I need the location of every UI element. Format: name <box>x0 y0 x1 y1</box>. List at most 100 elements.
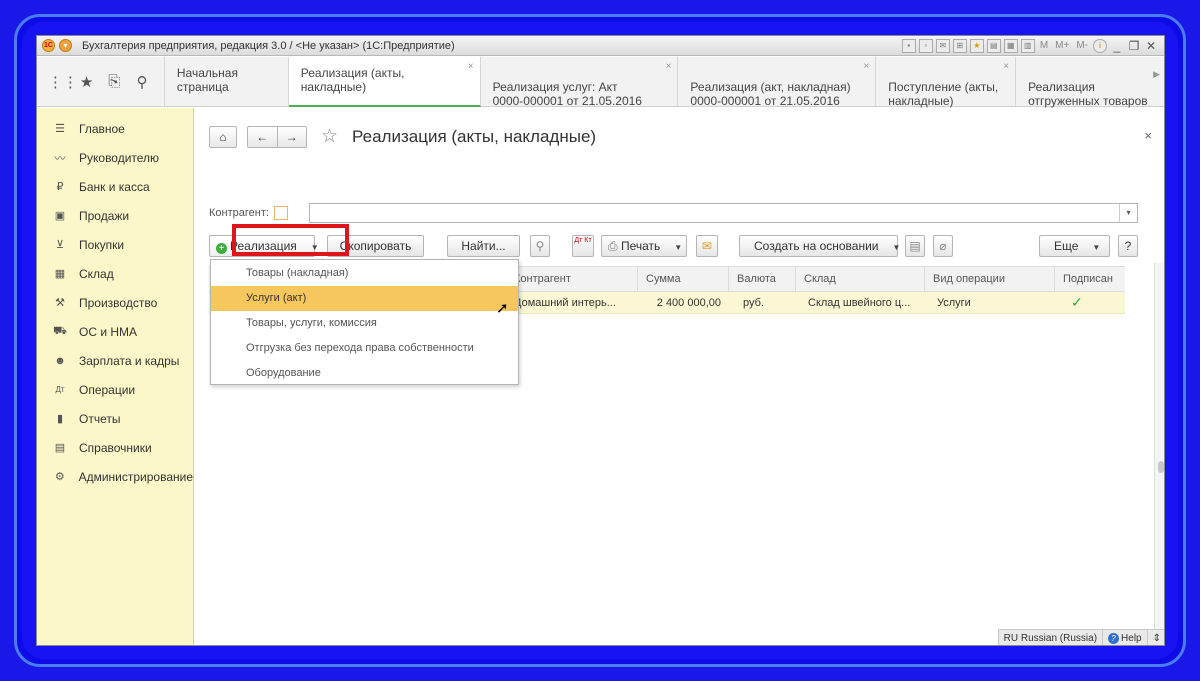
attachment-button[interactable]: ⌀ <box>933 235 953 257</box>
tab-start-page[interactable]: Начальная страница <box>165 57 289 107</box>
sidebar-item-directories[interactable]: ▤ Справочники <box>37 433 193 462</box>
cancel-search-button[interactable]: ⚲ <box>530 235 550 257</box>
forward-arrow-icon[interactable]: → <box>278 127 307 147</box>
apps-grid-icon[interactable]: ⋮⋮ <box>48 73 78 91</box>
tab-scroll-right-icon[interactable]: ▶ <box>1153 69 1160 80</box>
print-icon[interactable]: ▫ <box>918 38 933 53</box>
sidebar-item-label: Покупки <box>79 237 125 252</box>
contractor-filter-input[interactable]: ▾ <box>309 203 1138 223</box>
chevron-down-icon[interactable]: ▾ <box>1119 204 1137 222</box>
memory-button[interactable]: M <box>1038 40 1050 51</box>
find-button[interactable]: Найти... <box>447 235 520 257</box>
truck-icon: ⛟ <box>53 324 67 337</box>
tab-close-icon[interactable]: × <box>666 60 672 74</box>
plus-icon: + <box>216 243 227 254</box>
info-icon[interactable]: i <box>1093 38 1107 53</box>
hamburger-icon: ☰ <box>55 123 65 135</box>
tab-close-icon[interactable]: × <box>863 60 869 74</box>
home-button[interactable]: ⌂ <box>209 125 237 148</box>
email-button[interactable]: ✉ <box>696 235 718 257</box>
home-icon: ⌂ <box>219 129 227 144</box>
tab-close-icon[interactable]: × <box>468 60 474 74</box>
sidebar-item-manager[interactable]: 〰 Руководителю <box>37 143 193 172</box>
sidebar-item-admin[interactable]: ⚙ Администрирование <box>37 462 193 491</box>
dropdown-item-goods-services-commission[interactable]: Товары, услуги, комиссия <box>211 311 518 336</box>
favorite-star-icon[interactable]: ☆ <box>321 125 338 148</box>
link-icon[interactable]: ⊞ <box>952 38 967 53</box>
filter-row: Контрагент: ▾ <box>209 203 1138 223</box>
print-button[interactable]: ⎙ Печать ▼ <box>601 235 687 257</box>
memory-minus-button[interactable]: M- <box>1074 40 1090 51</box>
app-logo-icon[interactable]: 1С <box>42 39 55 52</box>
tab-purchases[interactable]: Поступление (акты, накладные) × <box>876 57 1017 108</box>
dt-kt-button[interactable]: Дт Кт <box>572 235 594 257</box>
help-button[interactable]: ? <box>1118 235 1138 257</box>
sidebar-item-purchases[interactable]: ⊻ Покупки <box>37 230 193 259</box>
restore-icon[interactable]: ❐ <box>1127 39 1141 53</box>
col-header-operation[interactable]: Вид операции <box>925 267 1055 291</box>
dropdown-item-shipment-no-ownership[interactable]: Отгрузка без перехода права собственност… <box>211 336 518 361</box>
calculator-icon[interactable]: ▦ <box>1003 38 1018 53</box>
sidebar-item-production[interactable]: ⚒ Производство <box>37 288 193 317</box>
col-header-warehouse[interactable]: Склад <box>796 267 925 291</box>
calendar-icon[interactable]: ▥ <box>1020 38 1035 53</box>
mail-icon[interactable]: ✉ <box>935 38 950 53</box>
table-scrollbar[interactable] <box>1154 263 1164 645</box>
sidebar-item-bank[interactable]: ₽ Банк и касса <box>37 172 193 201</box>
cell-contractor: Домашний интерь... <box>514 297 616 309</box>
sidebar-item-sales[interactable]: ▣ Продажи <box>37 201 193 230</box>
close-form-icon[interactable]: × <box>1144 128 1152 143</box>
tab-sales-act-invoice[interactable]: Реализация (акт, накладная) 0000-000001 … <box>678 57 877 122</box>
col-header-contractor[interactable]: Контрагент <box>506 267 638 291</box>
status-arrows-icon[interactable]: ⇕ <box>1148 630 1164 646</box>
minimize-icon[interactable]: _ <box>1110 39 1124 53</box>
language-indicator[interactable]: RU Russian (Russia) <box>999 629 1104 645</box>
tab-sales-list[interactable]: Реализация (акты, накладные) × <box>288 57 481 107</box>
col-header-amount[interactable]: Сумма <box>638 267 729 291</box>
tab-close-icon[interactable]: × <box>1003 60 1009 74</box>
signed-check-icon: ✓ <box>1071 294 1083 310</box>
tab-label: Реализация отгруженных товаров <box>1028 80 1148 108</box>
scrollbar-thumb[interactable] <box>1158 461 1164 473</box>
favorites-star-icon[interactable]: ★ <box>76 73 98 91</box>
bar-chart-icon: ▮ <box>56 413 64 425</box>
col-header-currency[interactable]: Валюта <box>729 267 796 291</box>
col-header-signed[interactable]: Подписан <box>1055 267 1125 291</box>
dropdown-item-equipment[interactable]: Оборудование <box>211 361 518 386</box>
create-type-dropdown: Товары (накладная) Услуги (акт) Товары, … <box>210 259 519 385</box>
sidebar-item-label: Отчеты <box>79 411 121 426</box>
chevron-down-icon: ▼ <box>1092 243 1101 252</box>
nav-buttons: ← → <box>247 125 307 148</box>
main-menu-icon[interactable]: ▾ <box>59 39 72 52</box>
more-button[interactable]: Еще ▼ <box>1039 235 1110 257</box>
sidebar-item-label: Главное <box>79 121 125 136</box>
help-label: Help <box>1121 632 1142 644</box>
tab-shipped-goods[interactable]: Реализация отгруженных товаров <box>1016 57 1164 108</box>
history-icon[interactable]: ⎘ <box>103 73 125 90</box>
dropdown-item-goods-invoice[interactable]: Товары (накладная) <box>211 261 518 286</box>
sidebar-item-operations[interactable]: Дт Операции <box>37 375 193 404</box>
dropdown-item-services-act[interactable]: Услуги (акт) <box>211 286 518 311</box>
create-based-on-button[interactable]: Создать на основании ▼ <box>739 235 900 257</box>
tab-sales-services-act[interactable]: Реализация услуг: Акт 0000-000001 от 21.… <box>481 57 679 122</box>
sidebar-item-label: Банк и касса <box>79 179 150 194</box>
favorite-icon[interactable]: ★ <box>969 38 984 53</box>
back-arrow-icon[interactable]: ← <box>248 126 278 147</box>
close-window-icon[interactable]: ✕ <box>1144 39 1158 53</box>
help-link[interactable]: ? Help <box>1103 629 1148 645</box>
save-icon[interactable]: ▪ <box>901 38 916 53</box>
sidebar-item-fixed-assets[interactable]: ⛟ ОС и НМА <box>37 317 193 346</box>
sidebar-item-main[interactable]: ☰ Главное <box>37 114 193 143</box>
document-button[interactable]: ▤ <box>905 235 925 257</box>
sidebar-item-warehouse[interactable]: ▦ Склад <box>37 259 193 288</box>
history-icon[interactable]: ▤ <box>986 38 1001 53</box>
sidebar-item-salary[interactable]: ☻ Зарплата и кадры <box>37 346 193 375</box>
filter-checkbox[interactable] <box>273 206 288 220</box>
sidebar-item-label: Справочники <box>79 440 152 455</box>
debit-credit-icon: Дт <box>55 385 65 394</box>
sidebar-item-reports[interactable]: ▮ Отчеты <box>37 404 193 433</box>
memory-plus-button[interactable]: M+ <box>1053 40 1071 51</box>
page-title: Реализация (акты, накладные) <box>352 126 597 146</box>
sidebar-item-label: Зарплата и кадры <box>79 353 180 368</box>
search-icon[interactable]: ⚲ <box>131 73 153 91</box>
